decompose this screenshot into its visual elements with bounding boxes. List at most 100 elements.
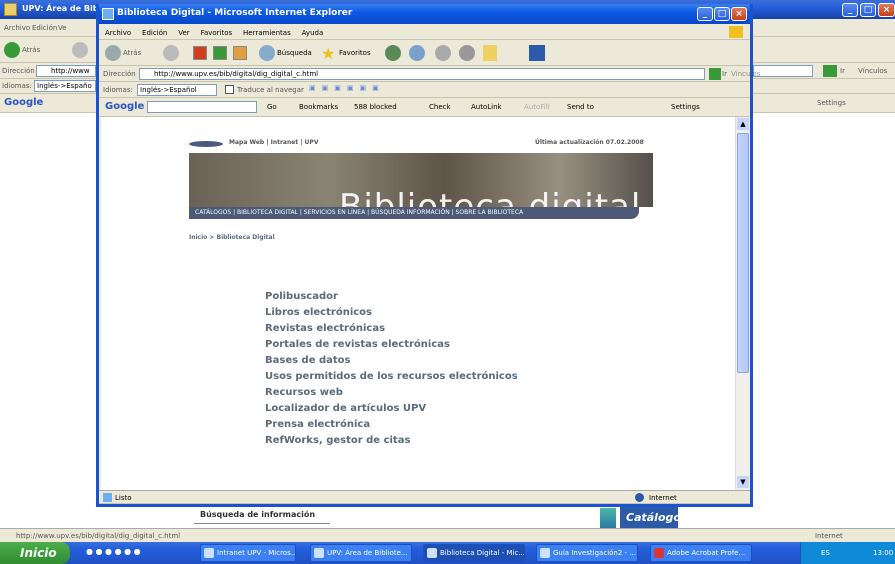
link-polibuscador[interactable]: Polibuscador bbox=[265, 291, 338, 302]
front-window-titlebar[interactable]: Biblioteca Digital - Microsoft Internet … bbox=[99, 4, 750, 24]
favorites-button[interactable]: Favoritos bbox=[339, 49, 371, 57]
translate-label[interactable]: Traduce al navegar bbox=[237, 86, 304, 94]
menu-archivo[interactable]: Archivo bbox=[4, 24, 30, 32]
back-arrow-icon[interactable] bbox=[105, 45, 121, 61]
refresh-icon[interactable] bbox=[213, 46, 227, 60]
edit-icon[interactable] bbox=[459, 45, 475, 61]
close-button[interactable]: × bbox=[878, 3, 895, 17]
taskbar-button[interactable]: Guía Investigación2 - ... bbox=[536, 544, 638, 562]
check-button[interactable]: Check bbox=[429, 103, 451, 111]
minimize-button[interactable]: _ bbox=[842, 3, 858, 17]
link-recursos-web[interactable]: Recursos web bbox=[265, 387, 343, 398]
menu-archivo[interactable]: Archivo bbox=[105, 29, 131, 37]
address-field[interactable]: http://www bbox=[36, 65, 96, 77]
maximize-button[interactable]: □ bbox=[714, 7, 730, 21]
forward-arrow-icon[interactable] bbox=[72, 42, 88, 58]
back-arrow-icon[interactable] bbox=[4, 42, 20, 58]
messenger-icon[interactable] bbox=[529, 45, 545, 61]
address-field[interactable]: http://www.upv.es/bib/digital/dig_digita… bbox=[139, 68, 705, 80]
banner-photo: Biblioteca digital bbox=[189, 153, 653, 227]
minimize-button[interactable]: _ bbox=[697, 7, 713, 21]
last-update: Última actualización 07.02.2008 bbox=[535, 139, 644, 146]
maximize-button[interactable]: □ bbox=[860, 3, 876, 17]
scroll-up-arrow[interactable]: ▲ bbox=[737, 118, 749, 130]
home-icon[interactable] bbox=[233, 46, 247, 60]
search-icon[interactable] bbox=[259, 45, 275, 61]
top-links[interactable]: Mapa Web | Intranet | UPV bbox=[229, 139, 318, 146]
back-button[interactable]: Atrás bbox=[22, 46, 40, 54]
acrobat-icon bbox=[654, 548, 664, 558]
link-revistas[interactable]: Revistas electrónicas bbox=[265, 323, 385, 334]
vertical-scrollbar[interactable]: ▲ ▼ bbox=[735, 117, 750, 490]
go-arrow-icon[interactable] bbox=[823, 65, 837, 77]
link-refworks[interactable]: RefWorks, gestor de citas bbox=[265, 435, 410, 446]
start-button[interactable]: Inicio bbox=[0, 542, 70, 564]
taskbar: Inicio ● ● ● ● ● ● Intranet UPV - Micros… bbox=[0, 542, 895, 564]
page-icon bbox=[103, 493, 112, 502]
forward-arrow-icon[interactable] bbox=[163, 45, 179, 61]
history-icon[interactable] bbox=[385, 45, 401, 61]
link-bases-datos[interactable]: Bases de datos bbox=[265, 355, 350, 366]
address-label: Dirección bbox=[103, 70, 136, 78]
app-icon bbox=[540, 548, 550, 558]
breadcrumb[interactable]: Inicio > Biblioteca Digital bbox=[189, 234, 275, 241]
stop-icon[interactable] bbox=[193, 46, 207, 60]
app-icon bbox=[427, 548, 437, 558]
menu-ayuda[interactable]: Ayuda bbox=[302, 29, 324, 37]
close-button[interactable]: × bbox=[731, 7, 747, 21]
lang-select[interactable]: Inglés->Español bbox=[137, 84, 217, 96]
sendto-button[interactable]: Send to bbox=[567, 103, 594, 111]
lang-select[interactable]: Inglés->Españo bbox=[34, 80, 96, 92]
google-search-input[interactable] bbox=[147, 101, 257, 113]
go-button[interactable]: Ir bbox=[840, 67, 845, 75]
menu-ver[interactable]: Ver bbox=[178, 29, 189, 37]
back-button[interactable]: Atrás bbox=[123, 49, 141, 57]
page-content: Mapa Web | Intranet | UPV Última actuali… bbox=[101, 117, 735, 490]
bookmarks-button[interactable]: Bookmarks bbox=[299, 103, 338, 111]
scroll-down-arrow[interactable]: ▼ bbox=[737, 476, 749, 488]
link-libros[interactable]: Libros electrónicos bbox=[265, 307, 372, 318]
taskbar-label: UPV: Área de Bibliote... bbox=[327, 549, 408, 557]
taskbar-button[interactable]: Adobe Acrobat Profe... bbox=[650, 544, 752, 562]
taskbar-button-active[interactable]: Biblioteca Digital - Mic... bbox=[423, 544, 525, 562]
link-portales[interactable]: Portales de revistas electrónicas bbox=[265, 339, 450, 350]
go-arrow-icon[interactable] bbox=[709, 68, 721, 80]
front-google-toolbar: Google Go Bookmarks 588 blocked Check Au… bbox=[99, 98, 750, 117]
lang-indicator[interactable]: ES bbox=[821, 549, 830, 557]
taskbar-button[interactable]: Intranet UPV - Micros... bbox=[200, 544, 296, 562]
print-icon[interactable] bbox=[435, 45, 451, 61]
taskbar-button[interactable]: UPV: Área de Bibliote... bbox=[310, 544, 412, 562]
autolink-button[interactable]: AutoLink bbox=[471, 103, 502, 111]
link-usos[interactable]: Usos permitidos de los recursos electrón… bbox=[265, 371, 518, 382]
catalogo-button[interactable]: Catálogo bbox=[620, 506, 681, 530]
autofill-button[interactable]: AutoFill bbox=[524, 103, 550, 111]
menu-herramientas[interactable]: Herramientas bbox=[243, 29, 291, 37]
links-label[interactable]: Vínculos bbox=[731, 70, 760, 78]
main-nav[interactable]: CATÁLOGOS | BIBLIOTECA DIGITAL | SERVICI… bbox=[189, 207, 639, 219]
address-dropdown[interactable] bbox=[753, 65, 813, 77]
clock: 13:00 bbox=[873, 549, 894, 557]
translate-tool-icons[interactable]: ▣▣▣▣▣▣ bbox=[309, 84, 385, 92]
menu-favoritos[interactable]: Favoritos bbox=[201, 29, 233, 37]
star-icon[interactable]: ★ bbox=[321, 44, 335, 63]
busqueda-info-text[interactable]: Búsqueda de información bbox=[200, 510, 315, 519]
menu-edicion[interactable]: Edición bbox=[32, 24, 57, 32]
folder-icon[interactable] bbox=[483, 45, 497, 61]
link-localizador[interactable]: Localizador de artículos UPV bbox=[265, 403, 426, 414]
scroll-thumb[interactable] bbox=[737, 133, 749, 373]
translate-checkbox[interactable] bbox=[225, 85, 234, 94]
links-label[interactable]: Vínculos bbox=[858, 67, 887, 75]
menu-ver[interactable]: Ve bbox=[58, 24, 67, 32]
go-button[interactable]: Ir bbox=[722, 70, 727, 78]
settings-menu[interactable]: Settings bbox=[671, 103, 700, 111]
app-icon bbox=[314, 548, 324, 558]
menu-edicion[interactable]: Edición bbox=[142, 29, 167, 37]
search-button[interactable]: Búsqueda bbox=[277, 49, 312, 57]
link-prensa[interactable]: Prensa electrónica bbox=[265, 419, 370, 430]
divider bbox=[194, 523, 330, 524]
google-go-button[interactable]: Go bbox=[267, 103, 277, 111]
settings-menu[interactable]: Settings bbox=[817, 99, 846, 107]
quick-launch[interactable]: ● ● ● ● ● ● bbox=[86, 547, 176, 559]
popup-blocked-button[interactable]: 588 blocked bbox=[354, 103, 397, 111]
mail-icon[interactable] bbox=[409, 45, 425, 61]
